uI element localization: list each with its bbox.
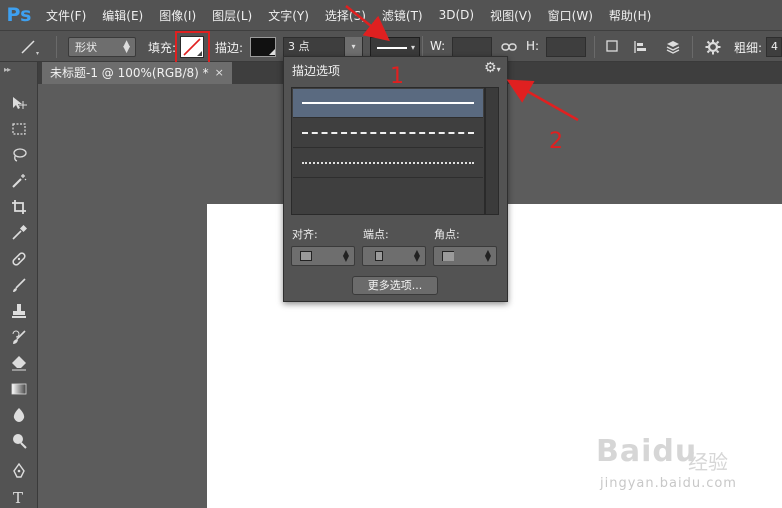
menu-filter[interactable]: 滤镜(T) (374, 7, 431, 24)
lasso-tool-icon[interactable] (8, 144, 30, 166)
thickness-label: 粗细: (734, 41, 763, 55)
blur-tool-icon[interactable] (8, 404, 30, 426)
stroke-width-value: 3 点 (288, 40, 310, 53)
annotation-label-1: 1 (390, 64, 404, 89)
corners-label: 角点: (434, 228, 460, 241)
brush-tool-icon[interactable] (8, 274, 30, 296)
menu-edit[interactable]: 编辑(E) (94, 7, 151, 24)
dashed-line-preview (302, 132, 474, 134)
gradient-tool-icon[interactable] (8, 378, 30, 400)
fill-label: 填充: (148, 41, 177, 55)
align-label: 对齐: (292, 228, 318, 241)
more-options-button[interactable]: 更多选项... (352, 276, 438, 295)
stroke-width-input[interactable]: 3 点 ▾ (283, 37, 363, 57)
stroke-style-dashed[interactable] (293, 119, 483, 148)
separator (594, 36, 595, 58)
menu-help[interactable]: 帮助(H) (601, 7, 659, 24)
document-tab-title: 未标题-1 @ 100%(RGB/8) * (50, 66, 209, 80)
caps-label: 端点: (363, 228, 389, 241)
marquee-tool-icon[interactable] (8, 118, 30, 140)
watermark-url: jingyan.baidu.com (600, 476, 737, 491)
stroke-options-panel: 描边选项 ⚙▾ 对齐: 端点: 角点: ▲ ▼ ▲ ▼ ▲ ▼ 更多选项... (283, 56, 508, 302)
menu-window[interactable]: 窗口(W) (540, 7, 601, 24)
align-dropdown[interactable]: ▲ ▼ (291, 246, 355, 266)
stroke-label: 描边: (215, 41, 244, 55)
width-input[interactable] (452, 37, 492, 57)
watermark-brand-cn: 经验 (688, 450, 728, 474)
scrollbar-thumb[interactable] (488, 90, 496, 110)
style-list-scrollbar[interactable] (485, 87, 499, 215)
butt-cap-icon (375, 251, 383, 261)
stroke-style-dotted[interactable] (293, 149, 483, 178)
mode-dropdown[interactable]: 形状 ▲ ▼ (68, 37, 136, 57)
menu-3d[interactable]: 3D(D) (431, 8, 482, 22)
chevron-down-icon: ▾ (410, 43, 415, 52)
chevron-down-icon[interactable]: ▾ (344, 37, 362, 57)
path-operations-icon[interactable] (604, 38, 622, 56)
stroke-swatch[interactable] (250, 37, 276, 57)
watermark-brand: Baidu (596, 434, 698, 469)
move-tool-icon[interactable] (8, 92, 30, 114)
updown-arrow-icon: ▲ ▼ (123, 39, 130, 55)
separator (56, 36, 57, 58)
gear-icon[interactable]: ⚙▾ (484, 60, 501, 76)
path-arrangement-icon[interactable] (664, 38, 682, 56)
separator (422, 36, 423, 58)
magic-wand-tool-icon[interactable] (8, 170, 30, 192)
document-tab[interactable]: 未标题-1 @ 100%(RGB/8) * × (42, 62, 232, 84)
history-brush-tool-icon[interactable] (8, 326, 30, 348)
solid-line-preview (302, 102, 474, 104)
stroke-style-solid[interactable] (293, 89, 483, 118)
panel-title: 描边选项 (292, 64, 341, 78)
menu-select[interactable]: 选择(S) (317, 7, 374, 24)
menu-layer[interactable]: 图层(L) (204, 7, 260, 24)
updown-arrow-icon: ▲ ▼ (484, 248, 491, 263)
tools-panel: ▸▸ T (0, 62, 38, 508)
align-inside-icon (300, 251, 312, 261)
type-tool-icon[interactable]: T (8, 486, 30, 508)
path-alignment-icon[interactable] (632, 38, 650, 56)
dodge-tool-icon[interactable] (8, 430, 30, 452)
stroke-type-dropdown[interactable]: ▾ (370, 37, 420, 57)
menu-image[interactable]: 图像(I) (151, 7, 204, 24)
height-label: H: (526, 39, 540, 53)
menu-bar: Ps 文件(F) 编辑(E) 图像(I) 图层(L) 文字(Y) 选择(S) 滤… (0, 0, 782, 30)
solid-line-preview (377, 47, 407, 49)
photoshop-logo: Ps (6, 4, 32, 26)
gear-icon[interactable] (704, 38, 722, 56)
line-tool-icon[interactable]: ▾ (16, 37, 42, 57)
separator (692, 36, 693, 58)
height-input[interactable] (546, 37, 586, 57)
miter-join-icon (442, 251, 454, 261)
caps-dropdown[interactable]: ▲ ▼ (362, 246, 426, 266)
menu-type[interactable]: 文字(Y) (260, 7, 317, 24)
menu-file[interactable]: 文件(F) (38, 7, 94, 24)
eyedropper-tool-icon[interactable] (8, 222, 30, 244)
width-label: W: (430, 39, 446, 53)
baidu-watermark: Baidu 经验 jingyan.baidu.com (596, 424, 776, 508)
updown-arrow-icon: ▲ ▼ (342, 248, 349, 263)
menu-view[interactable]: 视图(V) (482, 7, 540, 24)
updown-arrow-icon: ▲ ▼ (413, 248, 420, 263)
link-icon[interactable] (500, 38, 518, 56)
stroke-style-list (291, 87, 485, 215)
svg-text:T: T (13, 489, 23, 505)
crop-tool-icon[interactable] (8, 196, 30, 218)
thickness-input[interactable]: 4 (766, 37, 782, 57)
svg-text:▾: ▾ (36, 50, 39, 57)
panel-collapse-icon[interactable]: ▸▸ (4, 65, 11, 74)
corners-dropdown[interactable]: ▲ ▼ (433, 246, 497, 266)
close-icon[interactable]: × (215, 62, 224, 84)
eraser-tool-icon[interactable] (8, 352, 30, 374)
pen-tool-icon[interactable] (8, 460, 30, 482)
mode-value: 形状 (75, 41, 97, 54)
healing-brush-tool-icon[interactable] (8, 248, 30, 270)
annotation-label-2: 2 (549, 129, 563, 154)
clone-stamp-tool-icon[interactable] (8, 300, 30, 322)
thickness-value: 4 (771, 40, 778, 53)
dotted-line-preview (302, 162, 474, 164)
